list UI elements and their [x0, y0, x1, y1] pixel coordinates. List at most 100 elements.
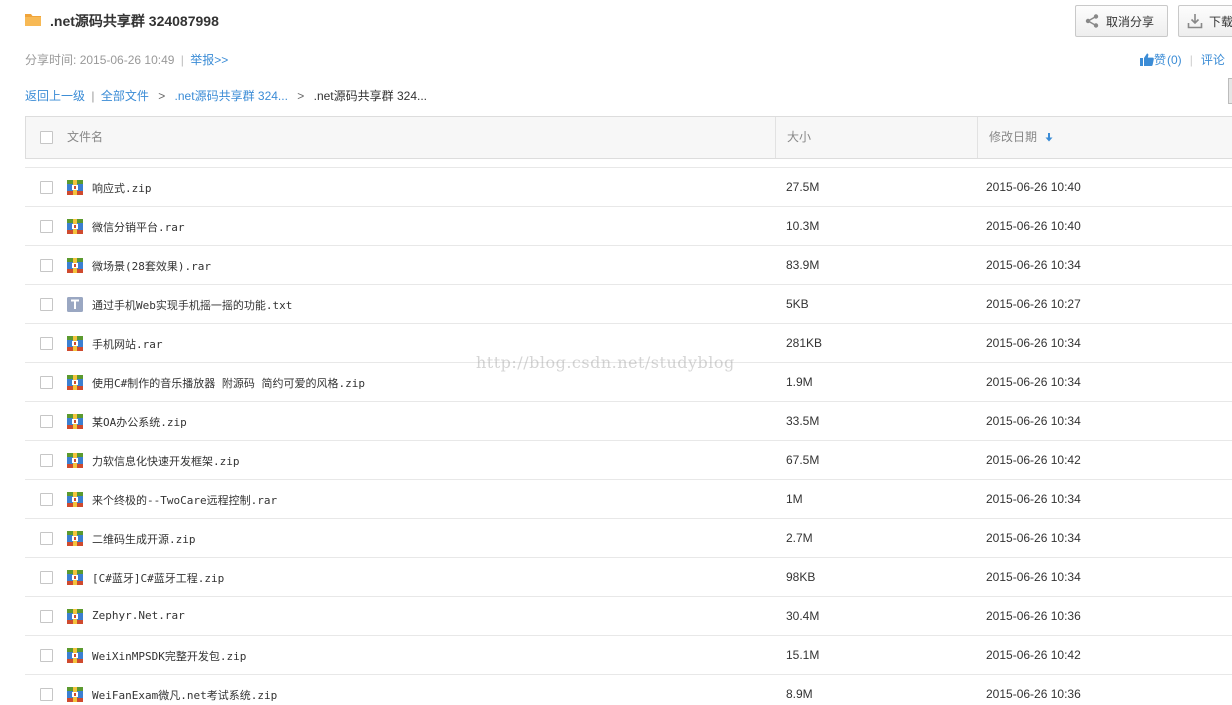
- file-size: 2.7M: [786, 531, 813, 545]
- file-size: 83.9M: [786, 258, 820, 272]
- row-checkbox[interactable]: [40, 454, 53, 467]
- select-all-checkbox[interactable]: [40, 131, 53, 144]
- file-size: 67.5M: [786, 453, 820, 467]
- table-row[interactable]: 手机网站.rar 281KB 2015-06-26 10:34: [25, 323, 1232, 362]
- like-button[interactable]: 赞 (0): [1140, 51, 1182, 68]
- table-row[interactable]: WeiFanExam微凡.net考试系统.zip 8.9M 2015-06-26 1…: [25, 674, 1232, 705]
- table-row[interactable]: 响应式.zip 27.5M 2015-06-26 10:40: [25, 167, 1232, 206]
- file-modified-date: 2015-06-26 10:34: [986, 414, 1081, 428]
- row-checkbox[interactable]: [40, 493, 53, 506]
- all-files-link[interactable]: 全部文件: [101, 89, 149, 103]
- column-divider: [775, 117, 776, 158]
- table-row[interactable]: WeiXinMPSDK完整开发包.zip 15.1M 2015-06-26 10:4…: [25, 635, 1232, 674]
- share-time-label: 分享时间:: [25, 53, 77, 67]
- back-link[interactable]: 返回上一级: [25, 89, 85, 103]
- breadcrumb-separator: |: [91, 89, 95, 103]
- row-checkbox[interactable]: [40, 649, 53, 662]
- file-name[interactable]: WeiXinMPSDK完整开发包.zip: [92, 648, 246, 664]
- archive-file-icon: [67, 687, 83, 702]
- download-button[interactable]: 下载: [1178, 5, 1232, 37]
- file-name[interactable]: 通过手机Web实现手机摇一摇的功能.txt: [92, 297, 292, 313]
- file-size: 10.3M: [786, 219, 820, 233]
- file-size: 5KB: [786, 297, 809, 311]
- table-row[interactable]: 使用C#制作的音乐播放器 附源码 简约可爱的风格.zip 1.9M 2015-06-…: [25, 362, 1232, 401]
- table-header: 文件名 大小 修改日期: [25, 116, 1232, 159]
- file-name[interactable]: Zephyr.Net.rar: [92, 609, 185, 622]
- row-checkbox[interactable]: [40, 610, 53, 623]
- row-checkbox[interactable]: [40, 181, 53, 194]
- table-row[interactable]: 某OA办公系统.zip 33.5M 2015-06-26 10:34: [25, 401, 1232, 440]
- file-modified-date: 2015-06-26 10:36: [986, 687, 1081, 701]
- archive-file-icon: [67, 609, 83, 624]
- column-header-name[interactable]: 文件名: [67, 117, 103, 158]
- cancel-share-button[interactable]: 取消分享: [1075, 5, 1168, 37]
- file-size: 98KB: [786, 570, 816, 584]
- thumbs-up-icon: [1140, 53, 1154, 66]
- file-name[interactable]: 来个终极的--TwoCare远程控制.rar: [92, 492, 277, 508]
- file-name[interactable]: [C#蓝牙]C#蓝牙工程.zip: [92, 570, 224, 586]
- table-row[interactable]: Zephyr.Net.rar 30.4M 2015-06-26 10:36: [25, 596, 1232, 635]
- sort-down-icon: [1045, 133, 1053, 142]
- column-header-size[interactable]: 大小: [787, 117, 811, 158]
- table-row[interactable]: 力软信息化快速开发框架.zip 67.5M 2015-06-26 10:42: [25, 440, 1232, 479]
- file-name[interactable]: 微场景(28套效果).rar: [92, 258, 211, 274]
- row-checkbox[interactable]: [40, 298, 53, 311]
- file-name[interactable]: 使用C#制作的音乐播放器 附源码 简约可爱的风格.zip: [92, 375, 365, 391]
- file-modified-date: 2015-06-26 10:40: [986, 180, 1081, 194]
- text-file-icon: [67, 297, 83, 312]
- table-row[interactable]: 二维码生成开源.zip 2.7M 2015-06-26 10:34: [25, 518, 1232, 557]
- file-name[interactable]: WeiFanExam微凡.net考试系统.zip: [92, 687, 277, 703]
- archive-file-icon: [67, 414, 83, 429]
- table-row[interactable]: 微信分销平台.rar 10.3M 2015-06-26 10:40: [25, 206, 1232, 245]
- top-bar: .net源码共享群 324087998 取消分享 下载: [0, 0, 1232, 44]
- file-modified-date: 2015-06-26 10:34: [986, 531, 1081, 545]
- breadcrumb: 返回上一级 | 全部文件 > .net源码共享群 324... > .net源码…: [25, 87, 427, 104]
- table-row[interactable]: 微场景(28套效果).rar 83.9M 2015-06-26 10:34: [25, 245, 1232, 284]
- share-meta: 分享时间: 2015-06-26 10:49 | 举报>>: [25, 51, 228, 68]
- row-checkbox[interactable]: [40, 571, 53, 584]
- column-divider: [977, 117, 978, 158]
- row-checkbox[interactable]: [40, 220, 53, 233]
- scrollbar-handle[interactable]: [1228, 78, 1232, 104]
- report-link[interactable]: 举报>>: [190, 53, 228, 67]
- social-actions: 赞 (0) | 评论: [1140, 51, 1225, 68]
- file-name[interactable]: 力软信息化快速开发框架.zip: [92, 453, 240, 469]
- file-size: 8.9M: [786, 687, 813, 701]
- archive-file-icon: [67, 258, 83, 273]
- archive-file-icon: [67, 570, 83, 585]
- breadcrumb-arrow: >: [297, 89, 305, 103]
- folder-icon: [25, 14, 41, 26]
- archive-file-icon: [67, 219, 83, 234]
- file-name[interactable]: 响应式.zip: [92, 180, 152, 196]
- archive-file-icon: [67, 648, 83, 663]
- file-size: 1M: [786, 492, 803, 506]
- download-icon: [1187, 14, 1203, 29]
- file-modified-date: 2015-06-26 10:27: [986, 297, 1081, 311]
- row-checkbox[interactable]: [40, 688, 53, 701]
- comment-link[interactable]: 评论: [1201, 51, 1225, 68]
- file-size: 15.1M: [786, 648, 820, 662]
- meta-separator: |: [180, 53, 184, 67]
- file-name[interactable]: 微信分销平台.rar: [92, 219, 185, 235]
- file-name[interactable]: 某OA办公系统.zip: [92, 414, 187, 430]
- like-label: 赞: [1154, 53, 1167, 67]
- archive-file-icon: [67, 180, 83, 195]
- file-name[interactable]: 手机网站.rar: [92, 336, 163, 352]
- download-label: 下载: [1209, 14, 1232, 29]
- table-row[interactable]: [C#蓝牙]C#蓝牙工程.zip 98KB 2015-06-26 10:34: [25, 557, 1232, 596]
- row-checkbox[interactable]: [40, 415, 53, 428]
- table-row[interactable]: 通过手机Web实现手机摇一摇的功能.txt 5KB 2015-06-26 10:27: [25, 284, 1232, 323]
- row-checkbox[interactable]: [40, 337, 53, 350]
- file-name[interactable]: 二维码生成开源.zip: [92, 531, 196, 547]
- row-checkbox[interactable]: [40, 532, 53, 545]
- row-checkbox[interactable]: [40, 259, 53, 272]
- row-checkbox[interactable]: [40, 376, 53, 389]
- archive-file-icon: [67, 453, 83, 468]
- column-header-modified[interactable]: 修改日期: [989, 117, 1053, 158]
- file-modified-date: 2015-06-26 10:42: [986, 648, 1081, 662]
- table-row[interactable]: 来个终极的--TwoCare远程控制.rar 1M 2015-06-26 10:34: [25, 479, 1232, 518]
- breadcrumb-folder-link[interactable]: .net源码共享群 324...: [175, 89, 288, 103]
- file-modified-date: 2015-06-26 10:34: [986, 375, 1081, 389]
- archive-file-icon: [67, 492, 83, 507]
- share-icon: [1085, 14, 1099, 28]
